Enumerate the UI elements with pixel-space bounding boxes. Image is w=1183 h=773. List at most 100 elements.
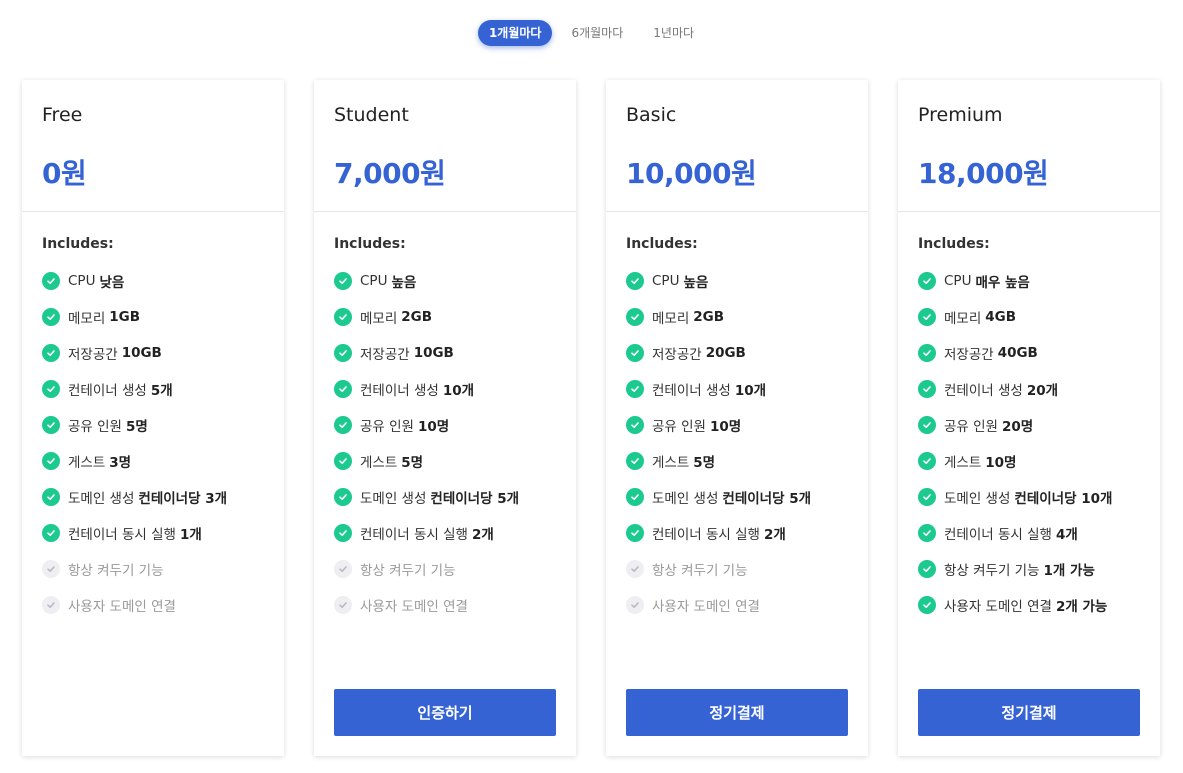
feature-value: 5명 bbox=[401, 455, 424, 471]
basic-cta-button[interactable]: 정기결제 bbox=[626, 689, 848, 736]
check-icon bbox=[918, 344, 936, 362]
feature-item: 컨테이너 생성 20개 bbox=[918, 371, 1140, 407]
feature-value: 10명 bbox=[709, 419, 742, 435]
feature-item: 공유 인원 20명 bbox=[918, 407, 1140, 443]
check-icon bbox=[918, 380, 936, 398]
feature-label: 게스트 bbox=[652, 455, 690, 471]
check-icon bbox=[918, 524, 936, 542]
feature-item: 도메인 생성 컨테이너당 5개 bbox=[626, 479, 848, 515]
feature-item: 게스트 5명 bbox=[626, 443, 848, 479]
feature-item: 공유 인원 5명 bbox=[42, 407, 264, 443]
feature-value: 2개 bbox=[763, 527, 786, 543]
premium-cta-button[interactable]: 정기결제 bbox=[918, 689, 1140, 736]
check-icon bbox=[334, 452, 352, 470]
check-disabled-icon bbox=[42, 596, 60, 614]
feature-item: 메모리 4GB bbox=[918, 299, 1140, 335]
check-icon bbox=[626, 272, 644, 290]
feature-item: 메모리 1GB bbox=[42, 299, 264, 335]
feature-label: 메모리 bbox=[652, 311, 690, 327]
check-icon bbox=[334, 416, 352, 434]
feature-item: CPU 높음 bbox=[334, 263, 556, 299]
check-icon bbox=[42, 344, 60, 362]
feature-label: 메모리 bbox=[944, 311, 982, 327]
feature-value: 컨테이너당 3개 bbox=[138, 491, 228, 507]
plan-features: Includes: CPU 높음 메모리 2GB 저장공간 10GB 컨테이너 생성 10개 공유… bbox=[314, 212, 576, 623]
plan-features: Includes: CPU 낮음 메모리 1GB 저장공간 10GB 컨테이너 생성 5개 공유 … bbox=[22, 212, 284, 623]
feature-item: 저장공간 10GB bbox=[42, 335, 264, 371]
plan-price: 0원 bbox=[42, 157, 87, 190]
feature-item: 공유 인원 10명 bbox=[334, 407, 556, 443]
feature-label: 도메인 생성 bbox=[652, 491, 719, 507]
check-icon bbox=[626, 308, 644, 326]
period-option-1-year[interactable]: 1년마다 bbox=[642, 20, 705, 46]
check-disabled-icon bbox=[626, 596, 644, 614]
feature-label: 컨테이너 생성 bbox=[652, 383, 731, 399]
check-icon bbox=[626, 524, 644, 542]
feature-item: 사용자 도메인 연결 bbox=[334, 587, 556, 623]
feature-value: 10명 bbox=[417, 419, 450, 435]
plan-features: Includes: CPU 매우 높음 메모리 4GB 저장공간 40GB 컨테이너 생성 20… bbox=[898, 212, 1160, 623]
check-icon bbox=[334, 272, 352, 290]
feature-label: 도메인 생성 bbox=[944, 491, 1011, 507]
feature-value: 5명 bbox=[693, 455, 716, 471]
feature-value: 4개 bbox=[1055, 527, 1078, 543]
billing-period-toggle: 1개월마다 6개월마다 1년마다 bbox=[0, 20, 1183, 46]
feature-label: 게스트 bbox=[944, 455, 982, 471]
feature-label: CPU bbox=[68, 273, 96, 289]
feature-label: 컨테이너 생성 bbox=[360, 383, 439, 399]
check-icon bbox=[42, 452, 60, 470]
feature-label: 항상 켜두기 기능 bbox=[944, 563, 1040, 579]
feature-value: 10개 bbox=[734, 383, 767, 399]
check-icon bbox=[42, 380, 60, 398]
feature-label: 게스트 bbox=[68, 455, 106, 471]
feature-label: 공유 인원 bbox=[360, 419, 414, 435]
feature-value: 컨테이너당 5개 bbox=[430, 491, 520, 507]
feature-label: CPU bbox=[944, 273, 972, 289]
feature-value: 높음 bbox=[391, 275, 417, 291]
feature-label: 컨테이너 동시 실행 bbox=[360, 527, 468, 543]
check-icon bbox=[626, 452, 644, 470]
period-option-1-month[interactable]: 1개월마다 bbox=[477, 20, 553, 46]
feature-label: 사용자 도메인 연결 bbox=[652, 599, 760, 615]
feature-value: 2개 bbox=[471, 527, 494, 543]
plan-price: 18,000원 bbox=[918, 157, 1049, 190]
feature-item: 항상 켜두기 기능 bbox=[334, 551, 556, 587]
feature-value: 1GB bbox=[109, 309, 141, 325]
includes-label: Includes: bbox=[42, 236, 114, 252]
feature-value: 20명 bbox=[1001, 419, 1034, 435]
feature-label: 컨테이너 동시 실행 bbox=[652, 527, 760, 543]
feature-value: 낮음 bbox=[99, 275, 125, 291]
check-icon bbox=[626, 344, 644, 362]
check-icon bbox=[42, 272, 60, 290]
feature-item: 도메인 생성 컨테이너당 10개 bbox=[918, 479, 1140, 515]
feature-value: 컨테이너당 5개 bbox=[722, 491, 812, 507]
feature-item: 게스트 3명 bbox=[42, 443, 264, 479]
feature-item: 컨테이너 동시 실행 4개 bbox=[918, 515, 1140, 551]
plan-card-basic: Basic 10,000원 Includes: CPU 높음 메모리 2GB 저장공간 20GB… bbox=[606, 80, 868, 756]
check-icon bbox=[334, 344, 352, 362]
feature-label: 공유 인원 bbox=[652, 419, 706, 435]
plan-card-student: Student 7,000원 Includes: CPU 높음 메모리 2GB 저장공간 10G… bbox=[314, 80, 576, 756]
feature-value: 10명 bbox=[985, 455, 1017, 471]
check-icon bbox=[42, 488, 60, 506]
period-option-6-months[interactable]: 6개월마다 bbox=[560, 20, 634, 46]
feature-value: 매우 높음 bbox=[975, 275, 1030, 291]
feature-item: CPU 높음 bbox=[626, 263, 848, 299]
plan-header: Premium 18,000원 bbox=[898, 80, 1160, 212]
plan-header: Free 0원 bbox=[22, 80, 284, 212]
feature-item: 컨테이너 동시 실행 2개 bbox=[626, 515, 848, 551]
feature-label: 저장공간 bbox=[68, 347, 118, 363]
feature-value: 10개 bbox=[442, 383, 475, 399]
feature-item: 도메인 생성 컨테이너당 5개 bbox=[334, 479, 556, 515]
feature-label: 저장공간 bbox=[360, 347, 410, 363]
student-cta-button[interactable]: 인증하기 bbox=[334, 689, 556, 736]
plan-name: Premium bbox=[918, 104, 1003, 126]
feature-item: 게스트 5명 bbox=[334, 443, 556, 479]
check-icon bbox=[42, 308, 60, 326]
includes-label: Includes: bbox=[918, 236, 990, 252]
plan-name: Student bbox=[334, 104, 409, 126]
feature-value: 4GB bbox=[985, 309, 1017, 325]
feature-value: 2GB bbox=[693, 309, 725, 325]
feature-label: 저장공간 bbox=[944, 347, 994, 363]
feature-label: 공유 인원 bbox=[944, 419, 998, 435]
